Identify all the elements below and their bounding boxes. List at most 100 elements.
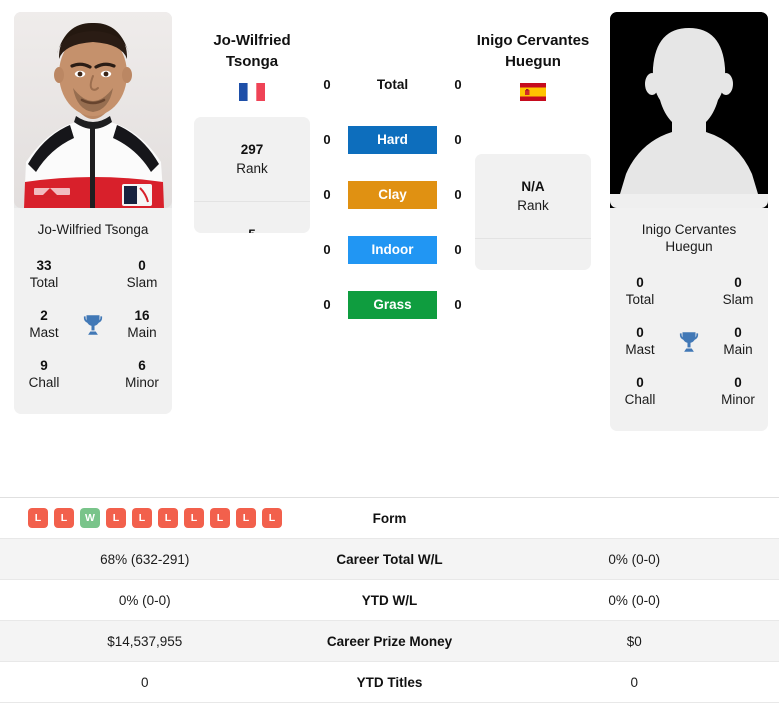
surface-label-hard: Hard	[348, 125, 437, 154]
form-badge-l[interactable]: L	[236, 508, 256, 528]
left-high-value: 5	[248, 225, 256, 233]
right-photo-caption-line1: Inigo Cervantes	[641, 222, 737, 237]
right-total-titles: 0	[454, 77, 462, 92]
left-rank-cell: 297 Rank	[194, 117, 310, 202]
left-rank-label: Rank	[236, 161, 268, 176]
surface-titles-column: 0 Total 0 0 Hard 0 0 Clay 0 0 Indoor 0 0 Grass 0	[310, 12, 475, 319]
right-player-info-column: Inigo Cervantes Huegun N/A Rank High	[475, 12, 591, 270]
right-player-photo	[610, 12, 768, 208]
left-indoor-titles: 0	[323, 242, 331, 257]
right-titles-total: 0 Total	[610, 267, 670, 317]
left-player-photo-caption: Jo-Wilfried Tsonga	[37, 222, 149, 237]
right-titles-slam-label: Slam	[722, 292, 754, 307]
form-badge-l[interactable]: L	[158, 508, 178, 528]
right-titles-grid-spacer-top	[670, 267, 708, 317]
right-titles-chall-value: 0	[636, 375, 644, 390]
form-badge-l[interactable]: L	[210, 508, 230, 528]
right-titles-chall-label: Chall	[624, 392, 656, 407]
left-titles-chall-label: Chall	[28, 375, 60, 390]
stat-label: Career Prize Money	[326, 633, 453, 649]
left-titles-total: 33 Total	[14, 250, 74, 300]
surface-label-total: Total	[376, 77, 409, 92]
surface-label-grass: Grass	[348, 290, 437, 319]
surface-label-indoor: Indoor	[348, 235, 437, 264]
right-player-card[interactable]: Inigo Cervantes Huegun 0 Total 0 Slam 0 …	[610, 12, 768, 431]
left-stat-value: 0% (0-0)	[118, 592, 171, 608]
left-titles-slam: 0 Slam	[112, 250, 172, 300]
form-badge-l[interactable]: L	[132, 508, 152, 528]
right-player-photo-caption: Inigo Cervantes Huegun	[636, 208, 743, 267]
left-titles-minor-label: Minor	[125, 375, 159, 390]
form-badge-l[interactable]: L	[54, 508, 74, 528]
left-titles-slam-label: Slam	[126, 275, 158, 290]
left-titles-minor: 6 Minor	[112, 350, 172, 400]
form-row: LLWLLLLLLL Form	[0, 498, 779, 539]
right-titles-mast: 0 Mast	[610, 317, 670, 367]
left-clay-titles: 0	[323, 187, 331, 202]
right-titles-minor: 0 Minor	[708, 367, 768, 417]
right-photo-caption-line2: Huegun	[665, 239, 713, 254]
left-player-name: Jo-Wilfried Tsonga	[213, 12, 290, 72]
right-player-name-line2: Huegun	[505, 53, 561, 70]
left-high-cell: 5 High	[194, 202, 310, 233]
stat-label: YTD W/L	[361, 592, 418, 608]
left-titles-mast: 2 Mast	[14, 300, 74, 350]
left-titles-total-label: Total	[29, 275, 59, 290]
left-stat-value: 68% (632-291)	[100, 551, 190, 567]
left-titles-main-value: 16	[134, 308, 150, 323]
form-badge-l[interactable]: L	[262, 508, 282, 528]
right-titles-minor-label: Minor	[721, 392, 755, 407]
titles-grid-spacer-top	[74, 250, 112, 300]
right-player-name: Inigo Cervantes Huegun	[458, 12, 608, 72]
right-indoor-titles: 0	[454, 242, 462, 257]
right-stat-value: 0% (0-0)	[608, 592, 661, 608]
left-titles-mast-value: 2	[40, 308, 48, 323]
right-titles-mast-value: 0	[636, 325, 644, 340]
left-titles-main: 16 Main	[112, 300, 172, 350]
left-rank-card: 297 Rank 5 High 38 Age R Plays	[194, 117, 310, 233]
right-titles-slam-value: 0	[734, 275, 742, 290]
right-titles-mast-label: Mast	[625, 342, 655, 357]
left-rank-value: 297	[240, 142, 264, 157]
titles-grid-spacer-bottom	[74, 350, 112, 400]
comparison-header: Jo-Wilfried Tsonga 33 Total 0 Slam 2 Mas…	[0, 0, 779, 497]
form-badge-l[interactable]: L	[28, 508, 48, 528]
left-player-photo	[14, 12, 172, 208]
right-rank-cell: N/A Rank	[475, 154, 591, 239]
right-stat-value: 0	[630, 674, 638, 690]
right-hard-titles: 0	[454, 132, 462, 147]
form-badge-w[interactable]: W	[80, 508, 100, 528]
left-titles-chall: 9 Chall	[14, 350, 74, 400]
right-titles-main-label: Main	[723, 342, 753, 357]
left-player-card[interactable]: Jo-Wilfried Tsonga 33 Total 0 Slam 2 Mas…	[14, 12, 172, 414]
surface-row-indoor: 0 Indoor 0	[310, 235, 475, 264]
right-rank-label: Rank	[517, 198, 549, 213]
left-titles-slam-value: 0	[138, 258, 146, 273]
left-titles-total-value: 33	[36, 258, 52, 273]
surface-row-total: 0 Total 0	[310, 70, 475, 99]
stat-label: Career Total W/L	[336, 551, 443, 567]
surface-row-hard: 0 Hard 0	[310, 125, 475, 154]
right-titles-chall: 0 Chall	[610, 367, 670, 417]
left-grass-titles: 0	[323, 297, 331, 312]
right-titles-minor-value: 0	[734, 375, 742, 390]
form-badge-l[interactable]: L	[184, 508, 204, 528]
right-titles-grid: 0 Total 0 Slam 0 Mast 0 Main 0 Chall 0 M…	[610, 267, 768, 431]
right-rank-value: N/A	[521, 179, 545, 194]
left-stat-value: 0	[140, 674, 149, 690]
left-titles-main-label: Main	[127, 325, 157, 340]
flag-france-icon	[239, 83, 265, 101]
table-row: $14,537,955 Career Prize Money $0	[0, 621, 779, 662]
left-total-titles: 0	[323, 77, 331, 92]
left-titles-chall-value: 9	[40, 358, 48, 373]
right-titles-total-label: Total	[625, 292, 655, 307]
left-titles-minor-value: 6	[138, 358, 146, 373]
flag-spain-icon	[520, 83, 546, 101]
surface-label-clay: Clay	[348, 180, 437, 209]
right-high-cell: High	[475, 239, 591, 270]
left-hard-titles: 0	[323, 132, 331, 147]
right-titles-main: 0 Main	[708, 317, 768, 367]
right-stat-value: 0% (0-0)	[608, 551, 661, 567]
form-badge-l[interactable]: L	[106, 508, 126, 528]
surface-row-clay: 0 Clay 0	[310, 180, 475, 209]
